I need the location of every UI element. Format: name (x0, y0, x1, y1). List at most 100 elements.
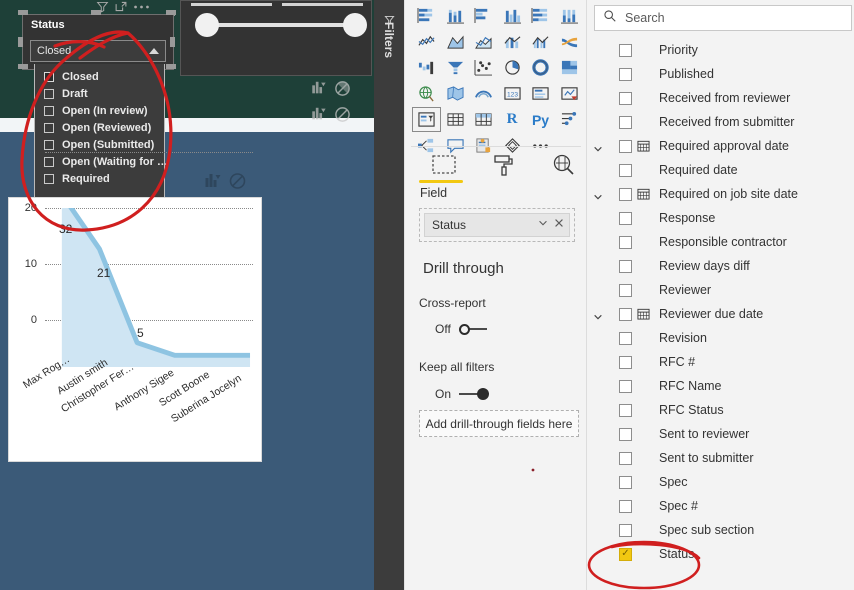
checkbox-icon[interactable] (44, 122, 54, 133)
field-checkbox[interactable] (619, 91, 632, 105)
resize-handle-br[interactable] (166, 64, 176, 69)
field-checkbox[interactable] (619, 43, 632, 57)
drill-down-icon[interactable] (203, 172, 222, 195)
checkbox-icon[interactable] (44, 88, 54, 99)
stacked-bar-chart-icon[interactable] (413, 4, 440, 27)
status-slicer-dropdown-button[interactable]: Closed (30, 40, 166, 62)
slicer-option-open-submitted[interactable]: Open (Submitted) (35, 136, 164, 153)
field-well-pill-status[interactable]: Status (424, 213, 570, 237)
map-icon[interactable] (413, 82, 440, 105)
resize-handle-bl[interactable] (18, 64, 28, 69)
checkbox-icon[interactable] (44, 173, 54, 184)
drill-down-icon[interactable] (310, 80, 327, 102)
filters-pane-tab[interactable]: Filters (374, 0, 404, 590)
range-slicer-visual[interactable] (180, 0, 372, 76)
keep-all-filters-toggle[interactable]: On (435, 387, 490, 401)
card-icon[interactable]: 123 (499, 82, 526, 105)
resize-handle-tc[interactable] (91, 10, 101, 15)
field-row[interactable]: Spec sub section (587, 518, 854, 542)
field-row[interactable]: Received from submitter (587, 110, 854, 134)
stacked-column-chart-icon[interactable] (442, 4, 469, 27)
slicer-option-required[interactable]: Required (35, 170, 164, 187)
field-well[interactable]: Status (419, 208, 575, 242)
range-slicer-input-max[interactable] (282, 3, 363, 6)
field-row[interactable]: Published (587, 62, 854, 86)
slicer-option-closed[interactable]: Closed (35, 68, 164, 85)
line-clustered-column-chart-icon[interactable] (527, 30, 554, 53)
slicer-option-open-waiting-for[interactable]: Open (Waiting for … (35, 153, 168, 170)
no-entry-icon[interactable] (228, 172, 247, 195)
chevron-down-icon[interactable] (592, 141, 604, 159)
range-slicer-knob-left[interactable] (195, 13, 219, 37)
format-tab[interactable] (487, 150, 521, 180)
field-row[interactable]: Revision (587, 326, 854, 350)
focus-mode-icon[interactable] (114, 0, 128, 13)
range-slicer-knob-right[interactable] (343, 13, 367, 37)
field-row[interactable]: Sent to reviewer (587, 422, 854, 446)
field-row[interactable]: Review days diff (587, 254, 854, 278)
visual-corner-icon-group-green[interactable] (310, 80, 366, 132)
funnel-chart-icon[interactable] (442, 56, 469, 79)
r-script-visual-icon[interactable]: R (499, 108, 526, 131)
line-stacked-column-chart-icon[interactable] (499, 30, 526, 53)
field-row[interactable]: RFC Name (587, 374, 854, 398)
report-canvas[interactable]: Status Closed Closed Draft Open (In revi… (0, 0, 374, 590)
visualization-gallery[interactable]: 123 R Py (412, 4, 583, 157)
field-row[interactable]: RFC # (587, 350, 854, 374)
field-checkbox[interactable] (619, 283, 632, 297)
matrix-icon[interactable] (470, 108, 497, 131)
fields-pane[interactable]: Search Priority Published Received from re… (586, 0, 854, 590)
slicer-icon[interactable] (412, 107, 441, 132)
treemap-icon[interactable] (556, 56, 583, 79)
100-stacked-bar-chart-icon[interactable] (527, 4, 554, 27)
field-row[interactable]: Received from reviewer (587, 86, 854, 110)
field-row[interactable]: Sent to submitter (587, 446, 854, 470)
field-checkbox[interactable] (619, 115, 632, 129)
field-checkbox-checked[interactable] (619, 547, 632, 561)
field-checkbox[interactable] (619, 499, 632, 513)
visual-header-toolbar[interactable] (96, 0, 150, 13)
visual-corner-icon-group-blue[interactable] (203, 172, 247, 195)
ribbon-chart-icon[interactable] (556, 30, 583, 53)
no-entry-icon[interactable] (334, 106, 351, 128)
cross-report-toggle[interactable]: Off (435, 322, 489, 336)
chevron-up-icon[interactable] (149, 48, 159, 54)
fields-tab[interactable] (427, 150, 461, 180)
resize-handle-ml[interactable] (18, 37, 23, 47)
chevron-down-icon[interactable] (592, 309, 604, 327)
status-slicer-visual[interactable]: Status Closed (22, 14, 174, 70)
area-chart-icon[interactable] (442, 30, 469, 53)
field-row[interactable]: Status (587, 542, 854, 566)
checkbox-icon[interactable] (44, 156, 54, 167)
field-row[interactable]: Responsible contractor (587, 230, 854, 254)
donut-chart-icon[interactable] (527, 56, 554, 79)
arcgis-map-icon[interactable] (470, 82, 497, 105)
key-influencers-icon[interactable] (556, 108, 583, 131)
field-checkbox[interactable] (619, 187, 632, 201)
table-icon[interactable] (442, 108, 469, 131)
field-checkbox[interactable] (619, 523, 632, 537)
range-slicer-track[interactable] (203, 23, 351, 27)
field-row[interactable]: Spec (587, 470, 854, 494)
checkbox-icon[interactable] (44, 71, 54, 82)
drill-through-dropzone[interactable]: Add drill-through fields here (419, 410, 579, 437)
line-chart-icon[interactable] (413, 30, 440, 53)
viz-pane-tabs[interactable] (413, 150, 583, 180)
range-slicer-input-min[interactable] (191, 3, 272, 6)
resize-handle-tl[interactable] (18, 10, 28, 15)
no-entry-icon[interactable] (334, 80, 351, 102)
slicer-option-open-in-review[interactable]: Open (In review) (35, 102, 164, 119)
close-icon[interactable] (553, 216, 565, 234)
drill-down-icon[interactable] (310, 106, 327, 128)
checkbox-icon[interactable] (44, 105, 54, 116)
field-checkbox[interactable] (619, 331, 632, 345)
filled-map-icon[interactable] (442, 82, 469, 105)
kpi-icon[interactable] (556, 82, 583, 105)
field-checkbox[interactable] (619, 139, 632, 153)
visualizations-pane[interactable]: 123 R Py Field Status Drill through Cros… (404, 0, 586, 590)
fields-list[interactable]: Priority Published Received from reviewer R… (587, 38, 854, 590)
checkbox-icon[interactable] (44, 139, 54, 150)
toggle-switch-on[interactable] (459, 388, 490, 400)
field-checkbox[interactable] (619, 163, 632, 177)
field-checkbox[interactable] (619, 427, 632, 441)
